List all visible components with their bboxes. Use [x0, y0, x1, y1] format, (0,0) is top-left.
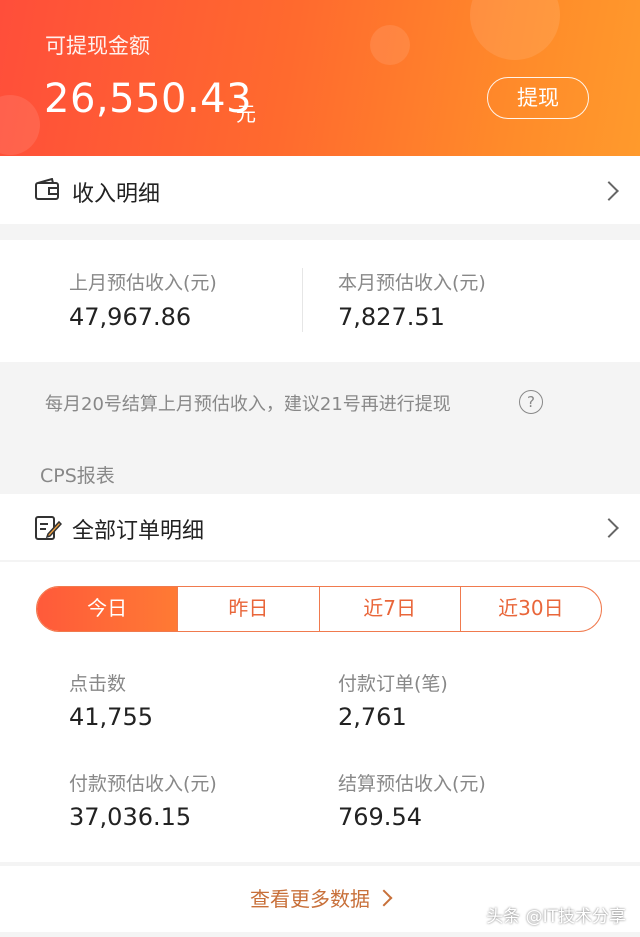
- amount-unit: 元: [236, 102, 256, 126]
- income-detail-row[interactable]: 收入明细: [0, 156, 640, 224]
- settled-income-label: 结算预估收入(元): [338, 773, 486, 795]
- tab-today[interactable]: 今日: [37, 587, 178, 631]
- all-orders-title: 全部订单明细: [72, 519, 205, 544]
- decor-bubble: [0, 95, 40, 155]
- tab-last-30-days[interactable]: 近30日: [459, 587, 601, 631]
- divider: [302, 268, 303, 332]
- this-month-value: 7,827.51: [338, 303, 445, 331]
- paid-income-label: 付款预估收入(元): [69, 773, 217, 795]
- date-range-tabs: 今日 昨日 近7日 近30日: [36, 586, 602, 632]
- settlement-notice: 每月20号结算上月预估收入，建议21号再进行提现: [45, 394, 451, 415]
- estimates-card: 上月预估收入(元) 47,967.86 本月预估收入(元) 7,827.51: [0, 240, 640, 362]
- paid-income-value: 37,036.15: [69, 803, 192, 831]
- balance-header: 可提现金额 26,550.43 元 提现: [0, 0, 640, 156]
- decor-bubble: [470, 0, 560, 60]
- tab-last-7-days[interactable]: 近7日: [318, 587, 460, 631]
- last-month-value: 47,967.86: [69, 303, 192, 331]
- withdrawable-label: 可提现金额: [45, 34, 150, 58]
- chevron-right-icon: [375, 889, 393, 907]
- settled-income-value: 769.54: [338, 803, 422, 831]
- clicks-value: 41,755: [69, 703, 153, 731]
- chevron-right-icon: [599, 518, 619, 538]
- cps-section-label: CPS报表: [40, 465, 115, 487]
- watermark: 头条 @IT技术分享: [486, 907, 626, 927]
- paid-orders-label: 付款订单(笔): [338, 673, 448, 695]
- view-more-label: 查看更多数据: [250, 887, 370, 911]
- all-orders-row[interactable]: 全部订单明细: [0, 494, 640, 560]
- edit-document-icon: [35, 516, 62, 540]
- chevron-right-icon: [599, 181, 619, 201]
- paid-orders-value: 2,761: [338, 703, 407, 731]
- tab-yesterday[interactable]: 昨日: [177, 587, 318, 631]
- income-detail-title: 收入明细: [72, 182, 161, 207]
- last-month-label: 上月预估收入(元): [69, 272, 217, 294]
- help-icon[interactable]: ?: [519, 390, 543, 414]
- withdrawable-amount: 26,550.43: [44, 76, 253, 122]
- this-month-label: 本月预估收入(元): [338, 272, 486, 294]
- clicks-label: 点击数: [69, 673, 127, 695]
- wallet-icon: [35, 178, 59, 200]
- decor-bubble: [370, 25, 410, 65]
- withdraw-button[interactable]: 提现: [487, 77, 589, 119]
